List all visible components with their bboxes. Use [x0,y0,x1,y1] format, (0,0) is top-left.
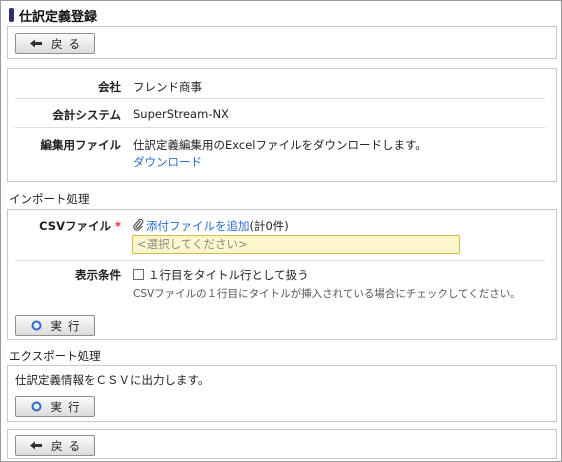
arrow-left-icon [30,39,42,48]
csv-file-label-row: CSVファイル * [11,218,121,234]
checkbox-note: CSVファイルの１行目にタイトルが挿入されている場合にチェックしてください。 [133,288,521,300]
title-row-checkbox[interactable] [133,269,144,280]
export-section-title: エクスポート処理 [9,349,101,363]
export-execute-label: 実行 [50,399,86,414]
import-execute-button[interactable]: 実行 [15,315,95,336]
back-button-label: 戻る [51,36,86,51]
window-frame: 仕訳定義登録 戻る 会社 フレンド商事 会計システム SuperStream-N… [0,0,562,462]
edit-file-label: 編集用ファイル [40,138,122,152]
add-attachment-link[interactable]: 添付ファイルを追加 [146,219,250,233]
back-button-top[interactable]: 戻る [15,33,95,54]
company-label: 会社 [98,80,121,94]
back-button-bottom[interactable]: 戻る [15,435,95,456]
edit-file-text: 仕訳定義編集用のExcelファイルをダウンロードします。 [133,138,427,152]
title-row-checkbox-label[interactable]: １行目をタイトル行として扱う [148,267,309,283]
divider [15,98,545,99]
import-execute-label: 実行 [50,318,86,333]
import-section-title: インポート処理 [9,192,90,206]
circle-icon [31,320,42,331]
system-value: SuperStream-NX [133,107,229,121]
back-button-label: 戻る [51,438,86,453]
file-add-row: 添付ファイルを追加(計0件) [146,218,289,234]
divider [15,260,545,261]
company-value: フレンド商事 [133,80,202,94]
download-link[interactable]: ダウンロード [133,154,202,170]
file-select[interactable]: <選択してください> [132,235,460,254]
page-title: 仕訳定義登録 [19,10,98,25]
title-marker [9,8,14,22]
system-label: 会計システム [52,108,121,122]
arrow-left-icon [30,441,42,450]
required-mark: * [114,219,121,233]
file-count: (計0件) [249,219,289,233]
display-condition-label: 表示条件 [75,268,121,282]
export-execute-button[interactable]: 実行 [15,396,95,417]
paperclip-icon [133,218,144,234]
csv-file-label: CSVファイル [39,219,111,233]
divider [15,127,545,128]
export-description: 仕訳定義情報をＣＳＶに出力します。 [15,373,210,387]
circle-icon [31,401,42,412]
